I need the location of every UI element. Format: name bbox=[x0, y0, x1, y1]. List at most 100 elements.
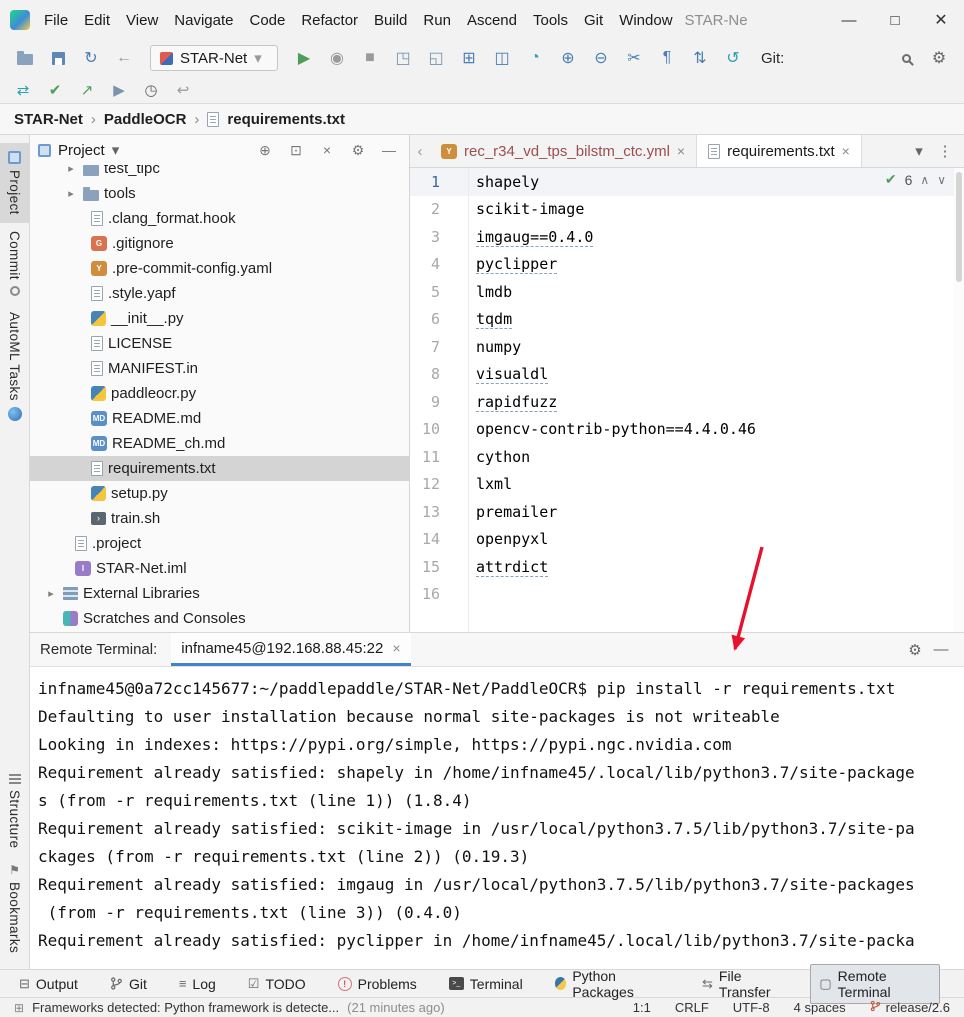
tree-item[interactable]: ▸ test_tipc bbox=[30, 165, 409, 181]
breadcrumb-file[interactable]: requirements.txt bbox=[227, 111, 345, 128]
stripe-commit-button[interactable]: Commit bbox=[0, 223, 29, 304]
cut-icon[interactable]: ✂ bbox=[619, 45, 649, 71]
line-number[interactable]: 7 bbox=[410, 338, 454, 356]
git-branch-widget[interactable]: release/2.6 bbox=[870, 1000, 950, 1015]
upload-icon[interactable]: ◱ bbox=[421, 45, 451, 71]
tree-item[interactable]: ▸ External Libraries bbox=[30, 581, 409, 606]
close-icon[interactable]: × bbox=[677, 143, 685, 159]
settings-gear-icon[interactable]: ⚙ bbox=[924, 45, 954, 71]
menu-ascend[interactable]: Ascend bbox=[459, 7, 525, 34]
resume-icon[interactable]: ▶ bbox=[104, 78, 134, 102]
terminal-output[interactable]: infname45@0a72cc145677:~/paddlepaddle/ST… bbox=[30, 667, 964, 969]
toolwindow-problems[interactable]: ! Problems bbox=[329, 972, 426, 996]
close-icon[interactable]: × bbox=[842, 143, 850, 159]
line-number[interactable]: 4 bbox=[410, 255, 454, 273]
line-number[interactable]: 15 bbox=[410, 558, 454, 576]
line-number[interactable]: 1 bbox=[410, 173, 454, 191]
next-problem-icon[interactable]: ∨ bbox=[937, 173, 946, 187]
tree-item[interactable]: Scratches and Consoles bbox=[30, 606, 409, 631]
tree-item[interactable]: MANIFEST.in bbox=[30, 356, 409, 381]
toolwindow-remote-terminal[interactable]: ▢ Remote Terminal bbox=[810, 963, 940, 1004]
open-icon[interactable] bbox=[10, 45, 40, 71]
tree-item[interactable]: __init__.py bbox=[30, 306, 409, 331]
sort-icon[interactable]: ⇅ bbox=[685, 45, 715, 71]
tree-item[interactable]: MD README_ch.md bbox=[30, 431, 409, 456]
tree-item[interactable]: .clang_format.hook bbox=[30, 206, 409, 231]
remote-connect-icon[interactable]: ⇄ bbox=[8, 78, 38, 102]
minimize-button[interactable]: — bbox=[826, 0, 872, 40]
menu-refactor[interactable]: Refactor bbox=[293, 7, 366, 34]
line-number[interactable]: 9 bbox=[410, 393, 454, 411]
menu-edit[interactable]: Edit bbox=[76, 7, 118, 34]
toolwindow-terminal[interactable]: >_ Terminal bbox=[440, 972, 532, 996]
code-text[interactable]: numpy bbox=[454, 338, 521, 356]
zoom-out-icon[interactable]: ⊖ bbox=[586, 45, 616, 71]
zoom-in-icon[interactable]: ⊕ bbox=[553, 45, 583, 71]
tree-item[interactable]: I STAR-Net.iml bbox=[30, 556, 409, 581]
toolwindow-git[interactable]: Git bbox=[101, 972, 156, 996]
code-text[interactable]: premailer bbox=[454, 503, 557, 521]
line-number[interactable]: 2 bbox=[410, 200, 454, 218]
code-text[interactable]: imgaug==0.4.0 bbox=[454, 228, 593, 246]
scrollbar-thumb[interactable] bbox=[956, 172, 962, 282]
code-text[interactable]: cython bbox=[454, 448, 530, 466]
menu-build[interactable]: Build bbox=[366, 7, 415, 34]
chevron-right-icon[interactable]: ▸ bbox=[44, 587, 58, 600]
code-text[interactable]: lxml bbox=[454, 475, 512, 493]
line-number[interactable]: 10 bbox=[410, 420, 454, 438]
hide-panel-icon[interactable]: — bbox=[928, 641, 954, 658]
run-button[interactable]: ▶ bbox=[289, 45, 319, 71]
download-icon[interactable]: ◳ bbox=[388, 45, 418, 71]
stripe-automl-button[interactable]: AutoML Tasks bbox=[0, 304, 29, 429]
scroll-tabs-left-icon[interactable]: ‹ bbox=[410, 135, 430, 167]
line-number[interactable]: 5 bbox=[410, 283, 454, 301]
back-icon[interactable]: ← bbox=[109, 45, 139, 71]
line-number[interactable]: 8 bbox=[410, 365, 454, 383]
menu-file[interactable]: File bbox=[36, 7, 76, 34]
tree-item[interactable]: › train.sh bbox=[30, 506, 409, 531]
indent-setting[interactable]: 4 spaces bbox=[794, 1000, 846, 1015]
breadcrumb-project[interactable]: STAR-Net bbox=[14, 111, 83, 128]
tree-item[interactable]: LICENSE bbox=[30, 331, 409, 356]
terminal-tab[interactable]: infname45@192.168.88.45:22 × bbox=[171, 633, 411, 666]
monitor-icon[interactable]: ◫ bbox=[487, 45, 517, 71]
close-icon[interactable]: × bbox=[392, 640, 400, 656]
chevron-right-icon[interactable]: ▸ bbox=[64, 187, 78, 200]
remote-run-icon[interactable]: ⊞ bbox=[454, 45, 484, 71]
line-ending[interactable]: CRLF bbox=[675, 1000, 709, 1015]
editor-body[interactable]: 1 shapely 2 scikit-image 3 imgaug==0.4.0 4p… bbox=[410, 168, 964, 632]
menu-code[interactable]: Code bbox=[241, 7, 293, 34]
code-text[interactable]: tqdm bbox=[454, 310, 512, 328]
code-text[interactable]: opencv-contrib-python==4.4.0.46 bbox=[454, 420, 756, 438]
collapse-all-icon[interactable]: × bbox=[315, 139, 339, 161]
tab-rec-yml[interactable]: Y rec_r34_vd_tps_bilstm_ctc.yml × bbox=[430, 135, 698, 167]
history-icon[interactable]: ◷ bbox=[136, 78, 166, 102]
status-message[interactable]: Frameworks detected: Python framework is… bbox=[32, 1000, 339, 1015]
hide-panel-icon[interactable]: — bbox=[377, 139, 401, 161]
line-number[interactable]: 13 bbox=[410, 503, 454, 521]
breadcrumb-folder[interactable]: PaddleOCR bbox=[104, 111, 187, 128]
search-icon[interactable] bbox=[891, 45, 921, 71]
toolwindow-python-packages[interactable]: Python Packages bbox=[546, 964, 679, 1004]
menu-view[interactable]: View bbox=[118, 7, 166, 34]
code-text[interactable]: lmdb bbox=[454, 283, 512, 301]
line-number[interactable]: 6 bbox=[410, 310, 454, 328]
window-icon[interactable]: ⊞ bbox=[14, 1001, 24, 1015]
code-text[interactable]: pyclipper bbox=[454, 255, 557, 273]
push-icon[interactable]: ↗ bbox=[72, 78, 102, 102]
more-options-icon[interactable]: ⋮ bbox=[934, 142, 956, 160]
chevron-right-icon[interactable]: ▸ bbox=[64, 165, 78, 175]
stop-icon[interactable]: ■ bbox=[355, 45, 385, 71]
menu-window[interactable]: Window bbox=[611, 7, 680, 34]
encoding[interactable]: UTF-8 bbox=[733, 1000, 770, 1015]
code-text[interactable]: shapely bbox=[454, 173, 539, 191]
tree-item[interactable]: .project bbox=[30, 531, 409, 556]
menu-git[interactable]: Git bbox=[576, 7, 611, 34]
line-number[interactable]: 16 bbox=[410, 585, 454, 603]
menu-run[interactable]: Run bbox=[415, 7, 459, 34]
check-icon[interactable]: ✔ bbox=[40, 78, 70, 102]
tree-item[interactable]: Y .pre-commit-config.yaml bbox=[30, 256, 409, 281]
sync-icon[interactable]: ↻ bbox=[76, 45, 106, 71]
code-text[interactable]: rapidfuzz bbox=[454, 393, 557, 411]
stripe-project-button[interactable]: Project bbox=[0, 143, 29, 223]
